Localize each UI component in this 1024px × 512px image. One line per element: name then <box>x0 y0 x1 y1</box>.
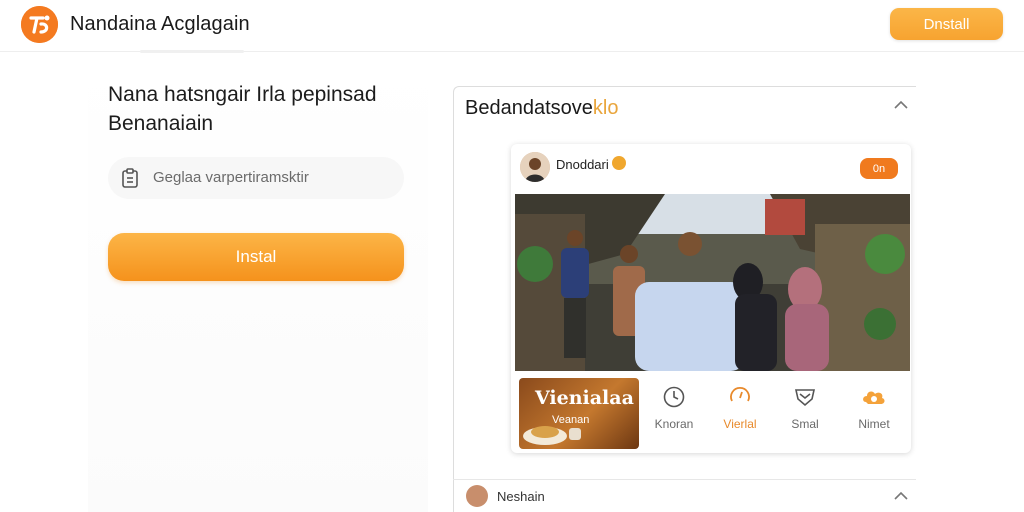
nav-item-smal[interactable]: Smal <box>775 385 835 435</box>
row2-name[interactable]: Neshain <box>497 489 545 504</box>
headline-line-2: Benanaiain <box>108 112 214 135</box>
nav-label: Nimet <box>858 417 890 431</box>
install-button[interactable]: Instal <box>108 233 404 281</box>
chevron-up-icon[interactable] <box>894 491 908 500</box>
header-install-button[interactable]: Dnstall <box>890 8 1003 40</box>
app-title: Nandaina Acglagain <box>70 13 250 35</box>
chevron-up-icon[interactable] <box>894 100 908 109</box>
nav-item-vierlal[interactable]: Vierlal <box>710 385 770 435</box>
search-placeholder: Geglaa varpertiramsktir <box>153 169 309 186</box>
panel-title-main: Bedandatsove <box>465 97 593 119</box>
clipboard-icon <box>121 168 139 193</box>
food-tile[interactable]: Vienialaa Veanan <box>519 378 639 449</box>
post-photo[interactable] <box>515 194 910 371</box>
avatar[interactable] <box>520 152 550 182</box>
nav-label: Vierlal <box>723 417 757 431</box>
header-tab-indicator <box>140 50 244 53</box>
nav-item-knoran[interactable]: Knoran <box>644 385 704 435</box>
search-input[interactable]: Geglaa varpertiramsktir <box>108 157 404 199</box>
verified-icon <box>612 156 626 170</box>
logo-icon <box>21 6 58 43</box>
app-header: Nandaina Acglagain Dnstall <box>0 0 1024 53</box>
shield-icon <box>795 389 815 407</box>
panel-title-highlight: klo <box>592 97 619 119</box>
nav-label: Knoran <box>654 417 694 431</box>
page-headline: Nana hatsngair Irla pepinsad Benanaiain <box>108 80 428 138</box>
status-badge[interactable]: 0n <box>860 158 898 179</box>
nav-item-nimet[interactable]: Nimet <box>844 385 904 435</box>
nav-label: Smal <box>791 417 819 431</box>
divider <box>453 479 916 480</box>
headline-line-1: Nana hatsngair Irla pepinsad <box>108 83 377 106</box>
dial-icon <box>730 387 750 402</box>
post-author[interactable]: Dnoddari <box>556 157 609 172</box>
food-plate-icon <box>523 426 581 445</box>
panel-title: Bedandatsoveklo <box>465 97 618 120</box>
clock-icon <box>663 386 685 408</box>
avatar[interactable] <box>466 485 488 507</box>
cloud-icon <box>863 391 885 404</box>
